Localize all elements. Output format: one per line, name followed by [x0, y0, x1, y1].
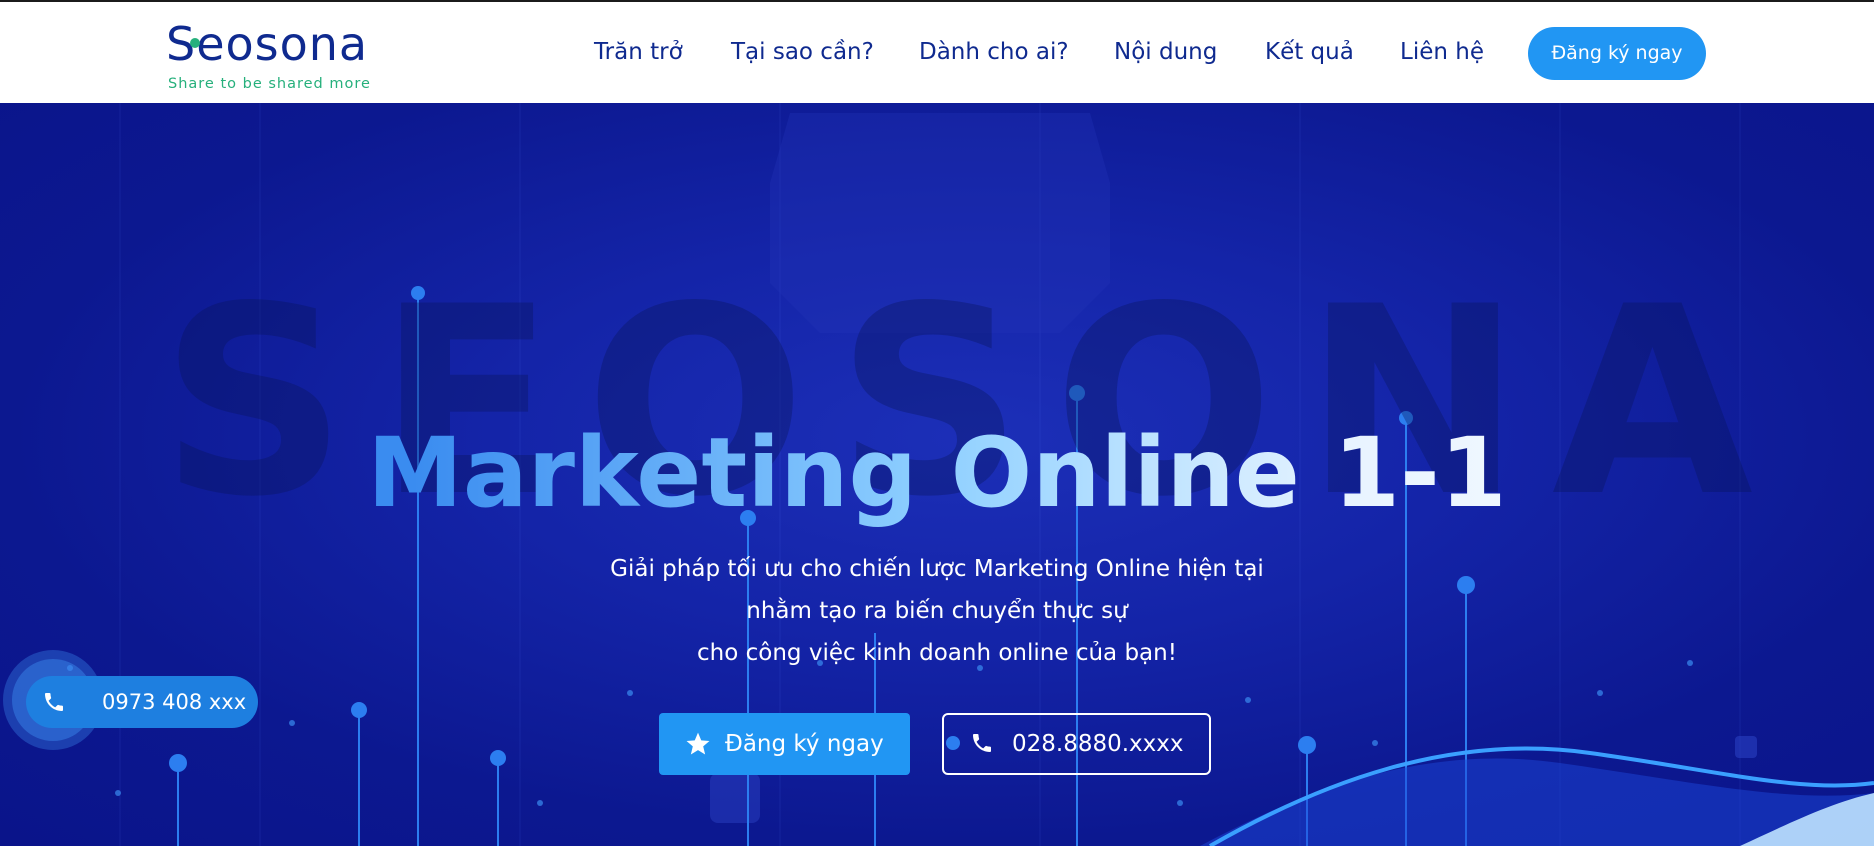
hero-hotline-button-label: 028.8880.xxxx	[1012, 731, 1184, 757]
star-icon	[686, 732, 710, 755]
nav-item-danh-cho-ai[interactable]: Dành cho ai?	[919, 32, 1069, 72]
hero-register-button-label: Đăng ký ngay	[725, 731, 884, 757]
nav-item-noi-dung[interactable]: Nội dung	[1114, 32, 1217, 72]
hero-hotline-button[interactable]: 028.8880.xxxx	[942, 713, 1211, 775]
floating-call-label: 0973 408 xxx	[102, 690, 247, 714]
header-register-button[interactable]: Đăng ký ngay	[1528, 27, 1706, 80]
nav-item-lien-he[interactable]: Liên hệ	[1400, 32, 1484, 72]
floating-call-button[interactable]: 0973 408 xxx	[26, 676, 258, 728]
hero-section: SEOSONA Marketing Online 1-1 Giải pháp t…	[0, 103, 1874, 846]
hero-subtitle-line-1: Giải pháp tối ưu cho chiến lược Marketin…	[610, 556, 1264, 582]
nav-item-tran-tro[interactable]: Trăn trở	[594, 32, 683, 72]
phone-icon	[45, 693, 63, 711]
hero-subtitle-line-2: nhằm tạo ra biến chuyển thực sự	[746, 598, 1128, 624]
nav-item-ket-qua[interactable]: Kết quả	[1265, 32, 1354, 72]
logo-tagline: Share to be shared more	[168, 76, 371, 92]
hero-register-button[interactable]: Đăng ký ngay	[659, 713, 910, 775]
hero-subtitle-line-3: cho công việc kinh doanh online của bạn!	[697, 640, 1177, 666]
site-header: Seosona Share to be shared more Trăn trở…	[0, 2, 1874, 103]
phone-icon	[973, 734, 991, 752]
hero-title: Marketing Online 1-1	[0, 413, 1874, 533]
nav-item-tai-sao-can[interactable]: Tại sao cần?	[731, 32, 874, 72]
